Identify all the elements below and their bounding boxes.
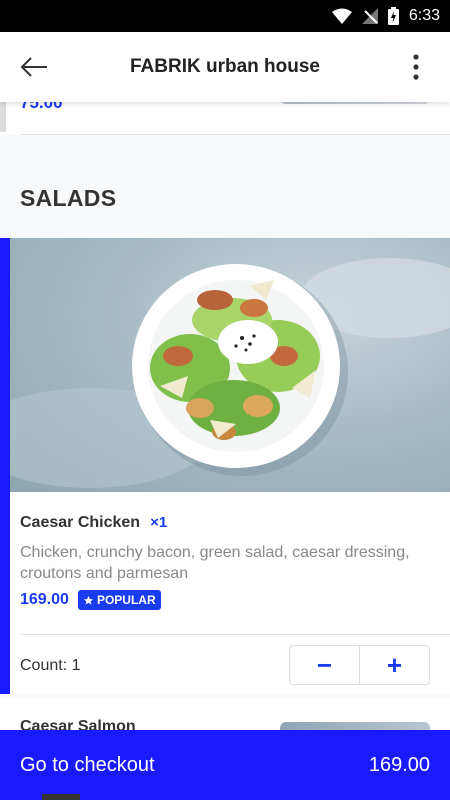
next-menu-item[interactable]: Caesar Salmon bbox=[0, 698, 450, 730]
page-title: FABRIK urban house bbox=[129, 56, 320, 77]
status-time: 6:33 bbox=[408, 7, 440, 24]
no-signal-icon bbox=[361, 8, 378, 24]
item-accent-bar bbox=[0, 102, 6, 132]
section-title: SALADS bbox=[20, 185, 117, 211]
item-price: 169.00 bbox=[20, 591, 69, 608]
selected-indicator bbox=[0, 238, 10, 694]
quantity-tag: ×1 bbox=[150, 514, 168, 531]
divider bbox=[20, 134, 450, 135]
star-icon bbox=[83, 595, 94, 605]
item-description: Chicken, crunchy bacon, green salad, cae… bbox=[20, 544, 410, 582]
navigation-handle bbox=[42, 794, 80, 800]
increment-button[interactable]: + bbox=[360, 646, 429, 684]
wifi-icon bbox=[331, 8, 352, 24]
menu-item-card[interactable]: Caesar Chicken ×1 Chicken, crunchy bacon,… bbox=[0, 238, 450, 694]
count-label: Count: 1 bbox=[20, 657, 81, 674]
badge-label: POPULAR bbox=[96, 593, 156, 607]
checkout-label: Go to checkout bbox=[20, 753, 155, 776]
price-row: 169.00 POPULAR bbox=[20, 590, 161, 610]
previous-menu-item[interactable]: 75.00 bbox=[0, 102, 450, 135]
item-name-row: Caesar Chicken ×1 bbox=[20, 514, 167, 532]
battery-charging-icon bbox=[387, 7, 399, 25]
more-options-icon[interactable] bbox=[402, 50, 430, 84]
checkout-button[interactable]: Go to checkout 169.00 bbox=[0, 730, 450, 800]
divider bbox=[20, 634, 450, 635]
next-item-image bbox=[280, 722, 430, 730]
next-item-name: Caesar Salmon bbox=[20, 718, 136, 730]
menu-content[interactable]: 75.00 SALADS Caesar Chicken ×1 Chicken, … bbox=[0, 102, 450, 730]
previous-item-price: 75.00 bbox=[20, 102, 63, 112]
checkout-total: 169.00 bbox=[368, 753, 430, 776]
item-name: Caesar Chicken bbox=[20, 514, 141, 531]
item-photo bbox=[10, 238, 450, 492]
status-bar: 6:33 bbox=[0, 0, 450, 32]
decrement-button[interactable]: − bbox=[290, 646, 359, 684]
popular-badge: POPULAR bbox=[77, 590, 161, 610]
app-bar: FABRIK urban house bbox=[0, 32, 450, 102]
quantity-stepper: − + bbox=[289, 645, 430, 685]
previous-item-image bbox=[280, 102, 430, 104]
